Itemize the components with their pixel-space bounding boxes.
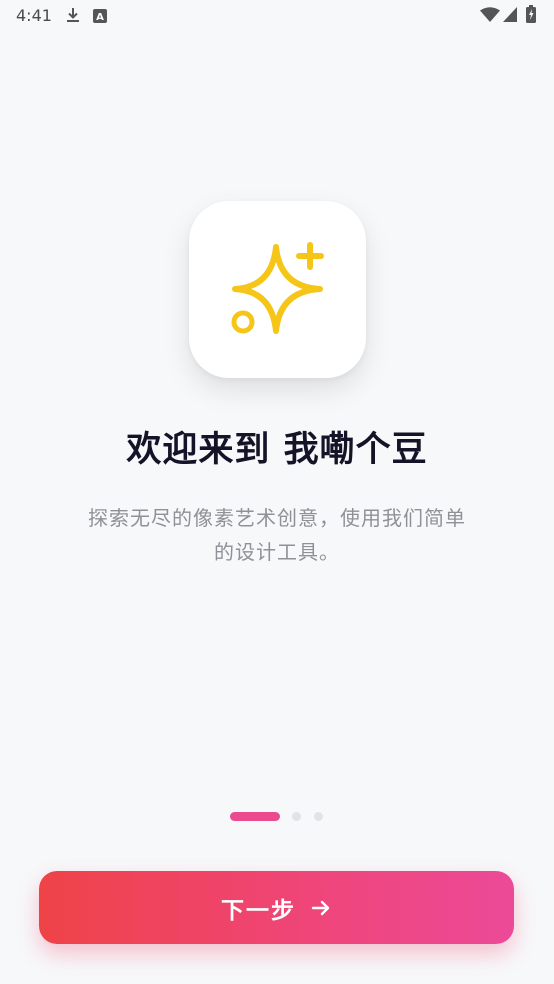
svg-text:A: A	[96, 12, 104, 23]
next-button-label: 下一步	[221, 897, 296, 924]
status-bar: 4:41 A	[0, 0, 554, 32]
app-icon-card	[189, 201, 366, 378]
arrow-right-icon	[310, 897, 332, 919]
pagination-indicator	[0, 811, 554, 823]
download-icon	[65, 6, 81, 28]
signal-icon	[503, 7, 517, 27]
page-title: 欢迎来到 我嘞个豆	[126, 430, 428, 470]
page-subtitle: 探索无尽的像素艺术创意，使用我们简单的设计工具。	[88, 506, 466, 564]
text-a-icon: A	[93, 8, 107, 27]
wifi-icon	[480, 7, 500, 27]
pagination-dot[interactable]	[292, 812, 301, 821]
next-button[interactable]: 下一步	[39, 871, 514, 944]
status-time: 4:41	[16, 6, 52, 25]
sparkle-icon	[231, 242, 324, 334]
battery-icon	[526, 5, 536, 27]
pagination-dot-active[interactable]	[230, 812, 280, 821]
pagination-dot[interactable]	[314, 812, 323, 821]
